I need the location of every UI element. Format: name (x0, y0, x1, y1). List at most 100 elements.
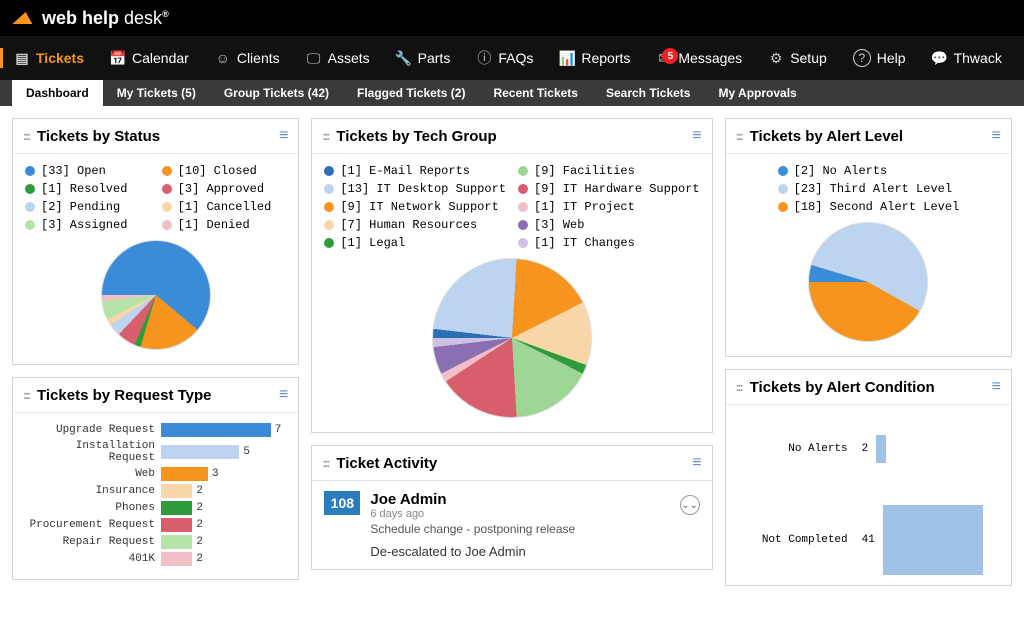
bar-label: No Alerts (738, 443, 848, 455)
legend-dot-icon (518, 238, 528, 248)
bar-fill (161, 518, 192, 532)
legend-label: [3] Approved (178, 182, 264, 196)
subtab-my-approvals[interactable]: My Approvals (704, 80, 810, 106)
card-menu-icon[interactable]: ≡ (692, 127, 701, 145)
nav-assets[interactable]: 🖵Assets (302, 44, 374, 72)
bar-value: 2 (196, 485, 203, 497)
legend-status: [33] Open [10] Closed [1] Resolved [3] Appr… (25, 164, 286, 232)
nav-parts[interactable]: 🔧Parts (392, 44, 455, 72)
help-icon: ? (853, 49, 871, 67)
bar-row[interactable]: Not Completed41 (738, 505, 999, 575)
card-menu-icon[interactable]: ≡ (992, 127, 1001, 145)
pie-tech (432, 258, 592, 418)
dashboard-grid: :::Tickets by Status ≡ [33] Open[10] Clo… (0, 106, 1024, 640)
nav-reports[interactable]: 📊Reports (555, 44, 634, 72)
nav-label: Parts (418, 50, 451, 66)
bar-row[interactable]: Web3 (25, 467, 286, 481)
nav-label: Thwack (954, 50, 1002, 66)
subtab-my-tickets-5-[interactable]: My Tickets (5) (103, 80, 210, 106)
legend-item[interactable]: [2] No Alerts (738, 164, 999, 178)
mail-icon: ✉5 (656, 50, 672, 66)
legend-label: [9] IT Network Support (340, 200, 498, 214)
nav-tickets[interactable]: ▤Tickets (10, 44, 88, 72)
legend-item[interactable]: [9] IT Network Support (324, 200, 506, 214)
bar-value: 7 (275, 424, 282, 436)
subtab-dashboard[interactable]: Dashboard (12, 80, 103, 106)
drag-handle-icon[interactable]: ::: (322, 129, 328, 143)
activity-age: 6 days ago (370, 508, 575, 520)
legend-dot-icon (324, 184, 334, 194)
drag-handle-icon[interactable]: ::: (23, 129, 29, 143)
card-tickets-by-request-type: :::Tickets by Request Type ≡ Upgrade Req… (12, 377, 299, 580)
legend-item[interactable]: [1] Denied (162, 218, 287, 232)
legend-item[interactable]: [2] Pending (25, 200, 150, 214)
bar-row[interactable]: No Alerts2 (738, 435, 999, 463)
bar-fill (161, 484, 192, 498)
legend-label: [3] Assigned (41, 218, 127, 232)
legend-item[interactable]: [23] Third Alert Level (738, 182, 999, 196)
bar-label: Phones (25, 502, 155, 514)
legend-label: [1] Denied (178, 218, 250, 232)
card-menu-icon[interactable]: ≡ (279, 386, 288, 404)
legend-label: [7] Human Resources (340, 218, 477, 232)
legend-item[interactable]: [3] Web (518, 218, 700, 232)
expand-icon[interactable]: ⌄⌄ (680, 495, 700, 515)
subtab-group-tickets-42-[interactable]: Group Tickets (42) (210, 80, 343, 106)
legend-dot-icon (518, 220, 528, 230)
bars-icon: 📊 (559, 50, 575, 66)
brand-text: web help desk® (42, 8, 169, 29)
legend-item[interactable]: [10] Closed (162, 164, 287, 178)
pie-alertlevel (808, 222, 928, 342)
legend-dot-icon (162, 202, 172, 212)
legend-item[interactable]: [13] IT Desktop Support (324, 182, 506, 196)
nav-messages[interactable]: ✉5Messages (652, 44, 746, 72)
legend-label: [1] Cancelled (178, 200, 272, 214)
activity-summary: Schedule change - postponing release (370, 522, 575, 536)
card-menu-icon[interactable]: ≡ (992, 378, 1001, 396)
subtab-recent-tickets[interactable]: Recent Tickets (479, 80, 592, 106)
bar-row[interactable]: Insurance2 (25, 484, 286, 498)
drag-handle-icon[interactable]: ::: (23, 388, 29, 402)
bar-row[interactable]: Installation Request5 (25, 440, 286, 464)
legend-item[interactable]: [3] Approved (162, 182, 287, 196)
drag-handle-icon[interactable]: ::: (736, 129, 742, 143)
nav-calendar[interactable]: 📅Calendar (106, 44, 193, 72)
legend-item[interactable]: [18] Second Alert Level (738, 200, 999, 214)
drag-handle-icon[interactable]: ::: (736, 380, 742, 394)
card-menu-icon[interactable]: ≡ (692, 454, 701, 472)
subtab-flagged-tickets-2-[interactable]: Flagged Tickets (2) (343, 80, 479, 106)
nav-faqs[interactable]: ⓘFAQs (472, 44, 537, 72)
subtab-search-tickets[interactable]: Search Tickets (592, 80, 705, 106)
legend-item[interactable]: [1] E-Mail Reports (324, 164, 506, 178)
solarwinds-logo-icon (12, 12, 35, 24)
nav-setup[interactable]: ⚙Setup (764, 44, 831, 72)
activity-ticket-id[interactable]: 108 (324, 491, 360, 515)
legend-dot-icon (324, 166, 334, 176)
card-menu-icon[interactable]: ≡ (279, 127, 288, 145)
activity-item[interactable]: 108 Joe Admin 6 days ago Schedule change… (324, 491, 699, 559)
bar-row[interactable]: Procurement Request2 (25, 518, 286, 532)
legend-item[interactable]: [1] Resolved (25, 182, 150, 196)
legend-item[interactable]: [1] Legal (324, 236, 506, 250)
legend-item[interactable]: [1] IT Project (518, 200, 700, 214)
legend-label: [1] IT Project (534, 200, 635, 214)
nav-help[interactable]: ?Help (849, 43, 910, 73)
legend-label: [2] Pending (41, 200, 120, 214)
badge-count: 5 (662, 48, 678, 64)
legend-item[interactable]: [9] Facilities (518, 164, 700, 178)
legend-dot-icon (518, 184, 528, 194)
legend-item[interactable]: [1] IT Changes (518, 236, 700, 250)
legend-item[interactable]: [1] Cancelled (162, 200, 287, 214)
legend-item[interactable]: [9] IT Hardware Support (518, 182, 700, 196)
bar-row[interactable]: Repair Request2 (25, 535, 286, 549)
legend-label: [1] E-Mail Reports (340, 164, 470, 178)
legend-item[interactable]: [3] Assigned (25, 218, 150, 232)
bar-row[interactable]: Phones2 (25, 501, 286, 515)
legend-item[interactable]: [33] Open (25, 164, 150, 178)
nav-clients[interactable]: ☺Clients (211, 44, 284, 72)
bar-row[interactable]: Upgrade Request7 (25, 423, 286, 437)
legend-item[interactable]: [7] Human Resources (324, 218, 506, 232)
bar-row[interactable]: 401K2 (25, 552, 286, 566)
drag-handle-icon[interactable]: ::: (322, 456, 328, 470)
nav-thwack[interactable]: 💬Thwack (928, 44, 1006, 72)
